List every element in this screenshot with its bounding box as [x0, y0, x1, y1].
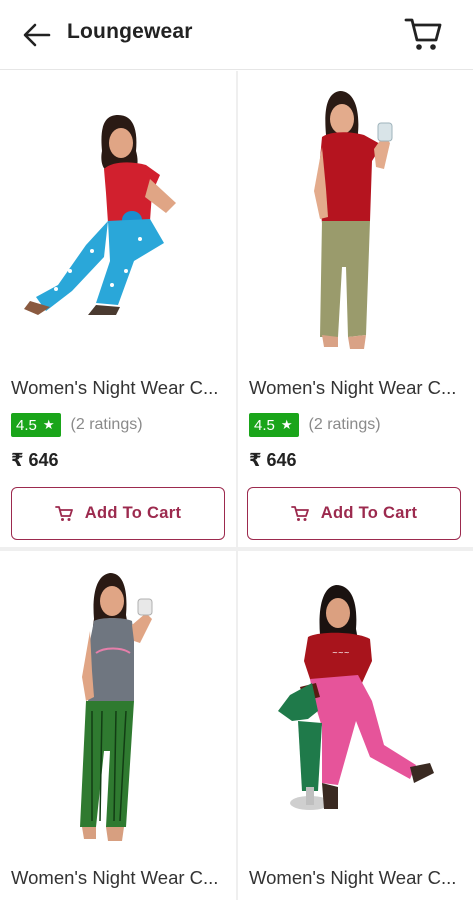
product-name: Women's Night Wear C...	[11, 867, 219, 888]
product-card[interactable]: ~~~ Women's Night Wear C...	[238, 551, 473, 900]
add-to-cart-button[interactable]: Add To Cart	[247, 487, 461, 540]
cart-icon	[54, 506, 73, 521]
svg-text:~~~: ~~~	[332, 649, 350, 657]
product-card[interactable]: Women's Night Wear C...	[0, 551, 236, 900]
add-to-cart-label: Add To Cart	[320, 504, 418, 522]
add-to-cart-label: Add To Cart	[84, 504, 182, 522]
product-card[interactable]: Women's Night Wear C... 4.5 ★ (2 ratings…	[238, 71, 473, 547]
add-to-cart-button[interactable]: Add To Cart	[11, 487, 225, 540]
star-icon: ★	[280, 417, 293, 432]
product-card[interactable]: Women's Night Wear C... 4.5 ★ (2 ratings…	[0, 71, 236, 547]
page-title: Loungewear	[67, 20, 193, 43]
rating-badge: 4.5 ★	[249, 413, 299, 437]
product-name: Women's Night Wear C...	[249, 377, 457, 398]
rating-badge: 4.5 ★	[11, 413, 61, 437]
product-name: Women's Night Wear C...	[249, 867, 457, 888]
star-icon: ★	[42, 417, 55, 432]
ratings-count: (2 ratings)	[308, 416, 381, 433]
rating-row: 4.5 ★ (2 ratings)	[11, 412, 143, 438]
product-name: Women's Night Wear C...	[11, 377, 219, 398]
cart-icon	[290, 506, 309, 521]
ratings-count: (2 ratings)	[70, 416, 143, 433]
product-image	[24, 115, 176, 315]
product-image	[80, 573, 153, 841]
rating-row: 4.5 ★ (2 ratings)	[249, 412, 381, 438]
arrow-left-icon[interactable]	[22, 21, 52, 49]
rating-value: 4.5	[254, 416, 275, 434]
cart-icon[interactable]	[404, 16, 442, 52]
product-image	[314, 91, 393, 349]
product-grid: Women's Night Wear C... 4.5 ★ (2 ratings…	[0, 71, 473, 900]
product-image: ~~~	[278, 585, 434, 810]
product-price: ₹ 646	[11, 450, 59, 470]
product-price: ₹ 646	[249, 450, 297, 470]
rating-value: 4.5	[16, 416, 37, 434]
app-bar: Loungewear	[0, 0, 473, 70]
